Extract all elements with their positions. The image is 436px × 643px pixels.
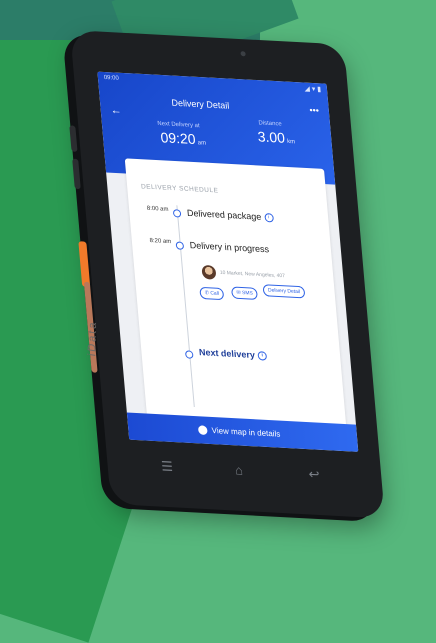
timeline-line: [176, 205, 195, 408]
handheld-device: iData 09:00 ◢ ▾ ▮ ← Delivery Detail ••• …: [69, 30, 385, 538]
sms-button[interactable]: ✉ SMS: [230, 286, 259, 300]
avatar: [201, 264, 217, 280]
side-button[interactable]: [72, 158, 81, 190]
device-brand: iData: [86, 319, 99, 358]
timeline-heading: Delivered package i: [187, 208, 274, 223]
sms-label: SMS: [241, 290, 254, 297]
status-bar: 09:00 ◢ ▾ ▮: [97, 72, 327, 96]
location-pin-icon: ⬤: [197, 424, 209, 435]
next-delivery-heading: Next delivery: [198, 346, 256, 361]
menu-icon[interactable]: ☰: [161, 458, 174, 475]
next-time-unit: am: [197, 140, 207, 147]
view-map-label: View map in details: [211, 425, 281, 439]
call-label: Call: [210, 290, 220, 297]
hardware-nav: ☰ ⌂ ↩: [130, 445, 363, 497]
screen: 09:00 ◢ ▾ ▮ ← Delivery Detail ••• Next D…: [97, 71, 359, 452]
distance-unit: km: [286, 138, 296, 146]
next-delivery-label: Next Delivery at: [157, 120, 200, 130]
delivery-detail-button[interactable]: Delivery Detail: [262, 284, 306, 299]
address-text: 10 Market, New Angeles, 407: [219, 269, 286, 280]
next-time-value: 09:20: [159, 129, 197, 148]
scan-button[interactable]: [78, 241, 91, 288]
home-icon[interactable]: ⌂: [234, 462, 243, 478]
side-button[interactable]: [69, 125, 78, 152]
timeline-heading: Delivery in progress: [189, 240, 270, 255]
device-body: iData 09:00 ◢ ▾ ▮ ← Delivery Detail ••• …: [69, 30, 385, 519]
camera-icon: [240, 51, 246, 57]
distance-value: 3.00km: [257, 128, 296, 146]
timeline-dot: [184, 350, 194, 359]
timeline-dot: [172, 209, 182, 218]
info-icon[interactable]: i: [257, 351, 268, 361]
info-icon[interactable]: i: [263, 213, 274, 223]
delivered-heading: Delivered package: [186, 207, 262, 222]
schedule-card: DELIVERY SCHEDULE 8:00 am Delivered pack…: [124, 158, 348, 442]
back-icon[interactable]: ←: [110, 104, 122, 117]
status-icons: ◢ ▾ ▮: [304, 85, 322, 94]
distance-number: 3.00: [256, 128, 286, 146]
timeline-time: 8:20 am: [149, 237, 172, 246]
status-time: 09:00: [103, 74, 120, 82]
next-delivery-time: 09:20am: [160, 129, 207, 148]
timeline-time: 8:00 am: [146, 205, 169, 213]
timeline-heading: Next delivery i: [199, 347, 268, 361]
device-scene: iData 09:00 ◢ ▾ ▮ ← Delivery Detail ••• …: [15, 10, 435, 530]
delivery-detail-label: Delivery Detail: [267, 287, 301, 296]
schedule-title: DELIVERY SCHEDULE: [140, 183, 219, 195]
page-title: Delivery Detail: [171, 97, 230, 111]
more-icon[interactable]: •••: [309, 105, 319, 116]
distance-label: Distance: [258, 120, 283, 128]
call-button[interactable]: ✆ Call: [199, 286, 225, 301]
timeline-dot: [175, 241, 185, 250]
back-nav-icon[interactable]: ↩: [308, 466, 320, 483]
